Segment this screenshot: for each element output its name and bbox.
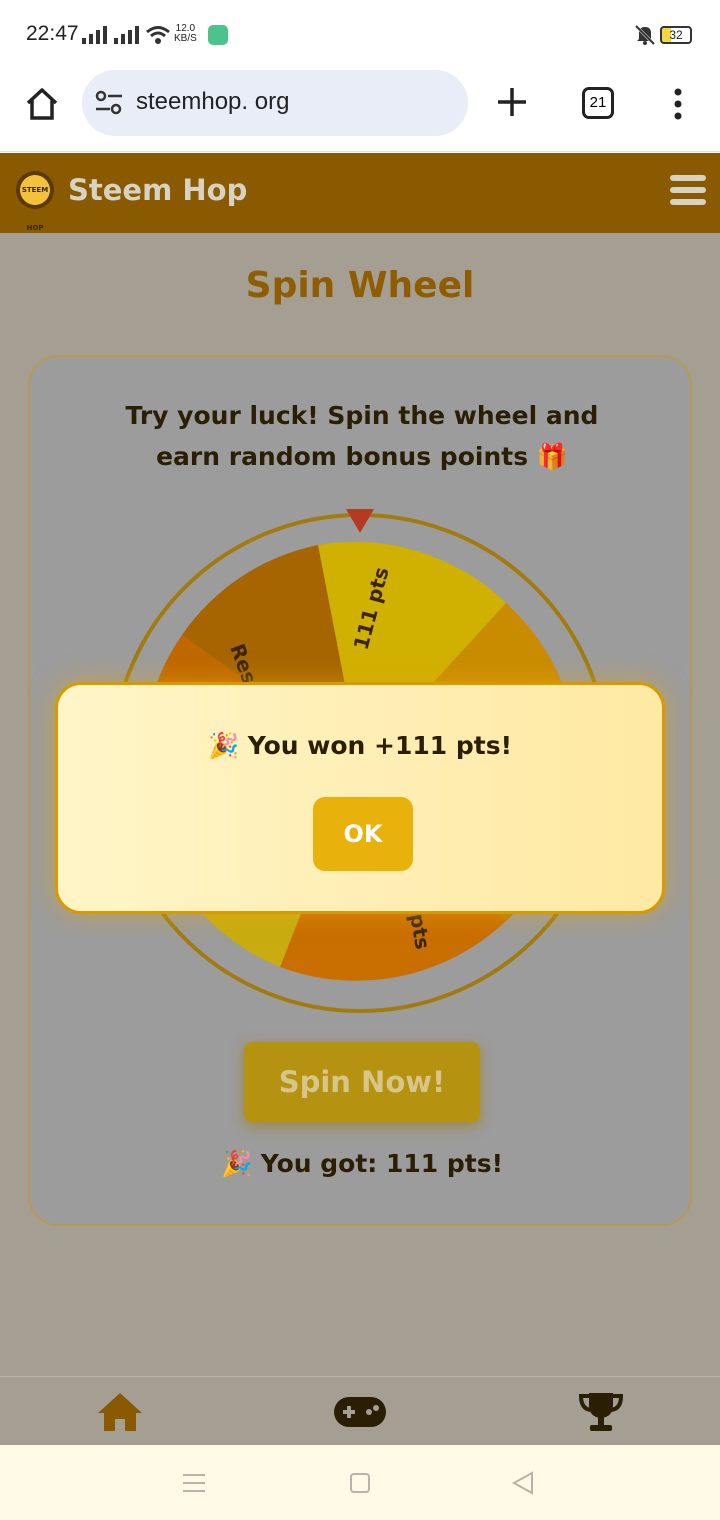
bottom-navigation	[0, 1376, 720, 1445]
win-modal: 🎉 You won +111 pts! OK	[55, 682, 665, 914]
app-notification-icon	[208, 25, 228, 45]
url-text: steemhop. org	[136, 88, 290, 115]
spin-result-text: 🎉 You got: 111 pts!	[220, 1149, 504, 1178]
app-header: STEEM HOP Steem Hop	[0, 153, 720, 233]
hamburger-menu-icon[interactable]	[670, 175, 706, 209]
network-speed-unit: KB/S	[174, 33, 197, 44]
gamepad-icon[interactable]	[333, 1395, 387, 1429]
signal-icon	[114, 26, 139, 44]
tab-switcher-button[interactable]: 21	[582, 87, 614, 119]
battery-indicator: 32	[660, 26, 692, 44]
steem-hop-logo[interactable]: STEEM HOP	[16, 171, 54, 232]
win-message: 🎉 You won +111 pts!	[207, 731, 513, 760]
status-time: 22:47	[26, 22, 79, 45]
bell-muted-icon	[634, 24, 656, 46]
wifi-icon	[146, 26, 170, 44]
wheel-pointer-icon	[346, 509, 374, 533]
status-bar: 22:47 12.0 KB/S 32	[0, 0, 720, 70]
home-icon[interactable]	[24, 86, 60, 122]
site-settings-icon[interactable]	[94, 90, 124, 116]
spin-description: Try your luck! Spin the wheel and earn r…	[125, 401, 599, 471]
page-title: Spin Wheel	[245, 265, 475, 306]
browser-toolbar: steemhop. org 21	[0, 70, 720, 152]
system-navigation-bar	[0, 1445, 720, 1520]
signal-icon	[82, 26, 107, 44]
spin-now-button[interactable]: Spin Now!	[244, 1042, 480, 1122]
ok-button[interactable]: OK	[313, 797, 413, 871]
brand-name[interactable]: Steem Hop	[68, 173, 247, 207]
more-vert-icon[interactable]	[668, 86, 688, 122]
plus-icon[interactable]	[494, 84, 530, 120]
back-icon[interactable]	[512, 1471, 534, 1495]
recents-icon[interactable]	[183, 1473, 205, 1493]
address-bar[interactable]: steemhop. org	[82, 70, 468, 136]
home-icon[interactable]	[96, 1391, 144, 1433]
trophy-icon[interactable]	[578, 1391, 624, 1433]
network-speed: 12.0 KB/S	[174, 24, 197, 44]
system-home-button[interactable]	[350, 1473, 370, 1493]
